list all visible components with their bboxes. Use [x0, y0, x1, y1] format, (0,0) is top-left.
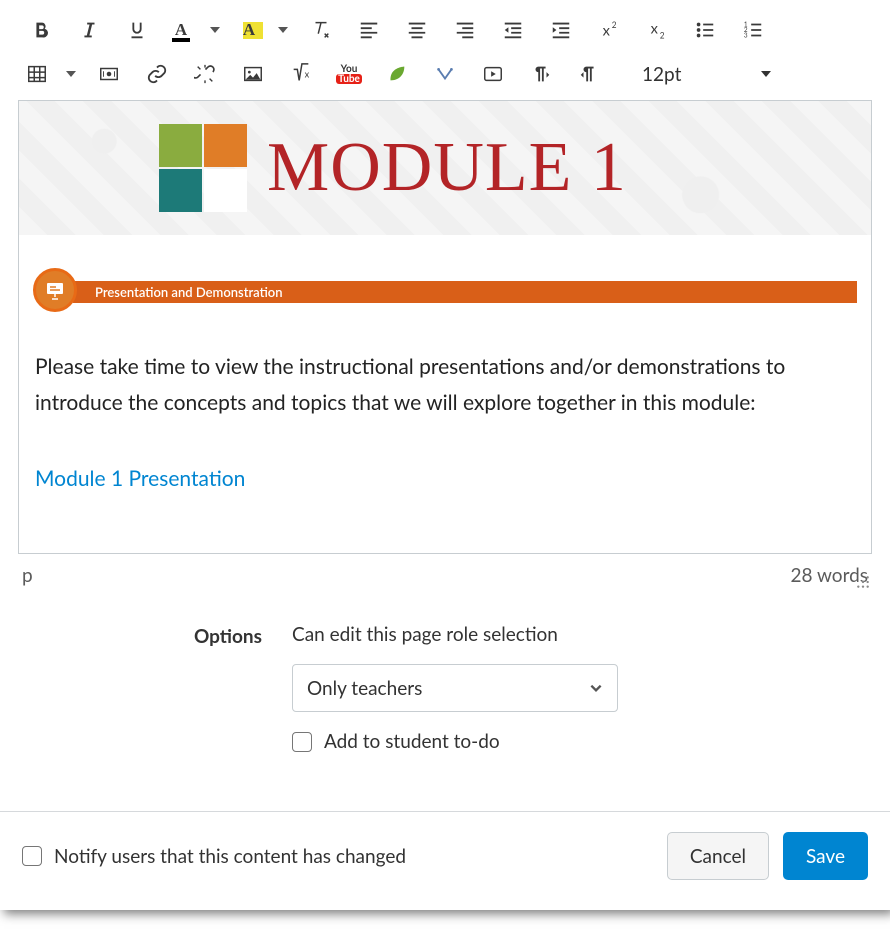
rich-text-toolbar: A A x2 x2 123 x YouTu	[18, 0, 872, 96]
resize-handle-icon[interactable]	[856, 575, 870, 589]
svg-text:2: 2	[612, 20, 617, 30]
highlight-color-dropdown[interactable]	[270, 25, 296, 35]
embed-media-button[interactable]	[470, 56, 516, 92]
add-todo-label: Add to student to-do	[324, 730, 500, 753]
v-icon[interactable]	[422, 56, 468, 92]
page-footer: Notify users that this content has chang…	[0, 811, 890, 910]
clear-formatting-button[interactable]	[298, 12, 344, 48]
unlink-button[interactable]	[182, 56, 228, 92]
align-left-button[interactable]	[346, 12, 392, 48]
editor-content-area[interactable]: MODULE 1 Presentation and Demonstration …	[18, 100, 872, 554]
italic-button[interactable]	[66, 12, 112, 48]
edit-role-value: Only teachers	[307, 677, 422, 700]
puzzle-icon	[159, 124, 247, 212]
notify-label: Notify users that this content has chang…	[54, 845, 406, 868]
module-presentation-link[interactable]: Module 1 Presentation	[35, 466, 855, 491]
table-button[interactable]	[18, 56, 56, 92]
font-size-value: 12pt	[642, 63, 681, 86]
leaf-icon[interactable]	[374, 56, 420, 92]
edit-role-select[interactable]: Only teachers	[292, 664, 618, 712]
bold-button[interactable]	[18, 12, 64, 48]
numbered-list-button[interactable]: 123	[730, 12, 776, 48]
outdent-button[interactable]	[490, 12, 536, 48]
options-section: Options Can edit this page role selectio…	[18, 623, 872, 753]
svg-text:x: x	[603, 23, 611, 40]
save-button[interactable]: Save	[783, 832, 868, 880]
highlight-color-button[interactable]: A	[230, 12, 268, 48]
notify-checkbox[interactable]	[22, 846, 42, 866]
indent-button[interactable]	[538, 12, 584, 48]
section-header: Presentation and Demonstration	[33, 275, 857, 309]
editor-status-bar: p 28 words	[18, 554, 872, 587]
options-heading: Options	[176, 623, 262, 753]
banner-title: MODULE 1	[267, 128, 627, 208]
media-record-button[interactable]	[86, 56, 132, 92]
element-path[interactable]: p	[22, 564, 33, 587]
font-size-select[interactable]: 12pt	[642, 63, 771, 86]
cancel-button[interactable]: Cancel	[667, 832, 769, 880]
rtl-button[interactable]	[566, 56, 612, 92]
align-center-button[interactable]	[394, 12, 440, 48]
module-banner: MODULE 1	[19, 101, 871, 235]
svg-text:x: x	[305, 69, 310, 80]
equation-button[interactable]: x	[278, 56, 324, 92]
youtube-button[interactable]: YouTube	[326, 56, 372, 92]
svg-text:3: 3	[744, 32, 748, 39]
align-right-button[interactable]	[442, 12, 488, 48]
section-label: Presentation and Demonstration	[95, 284, 283, 300]
subscript-button[interactable]: x2	[634, 12, 680, 48]
add-todo-checkbox[interactable]	[292, 732, 312, 752]
text-color-dropdown[interactable]	[202, 25, 228, 35]
body-paragraph: Please take time to view the instruction…	[19, 309, 871, 444]
link-button[interactable]	[134, 56, 180, 92]
superscript-button[interactable]: x2	[586, 12, 632, 48]
edit-role-label: Can edit this page role selection	[292, 623, 618, 646]
bullet-list-button[interactable]	[682, 12, 728, 48]
ltr-button[interactable]	[518, 56, 564, 92]
image-button[interactable]	[230, 56, 276, 92]
notify-checkbox-row[interactable]: Notify users that this content has chang…	[22, 845, 406, 868]
text-color-button[interactable]: A	[162, 12, 200, 48]
add-todo-checkbox-row[interactable]: Add to student to-do	[292, 730, 618, 753]
toolbar-row-2: x YouTube 12pt	[18, 52, 872, 96]
svg-text:2: 2	[660, 30, 665, 40]
svg-text:x: x	[651, 21, 659, 38]
chevron-down-icon	[589, 681, 603, 695]
toolbar-row-1: A A x2 x2 123	[18, 8, 872, 52]
table-dropdown[interactable]	[58, 69, 84, 79]
underline-button[interactable]	[114, 12, 160, 48]
presentation-icon	[33, 268, 77, 312]
